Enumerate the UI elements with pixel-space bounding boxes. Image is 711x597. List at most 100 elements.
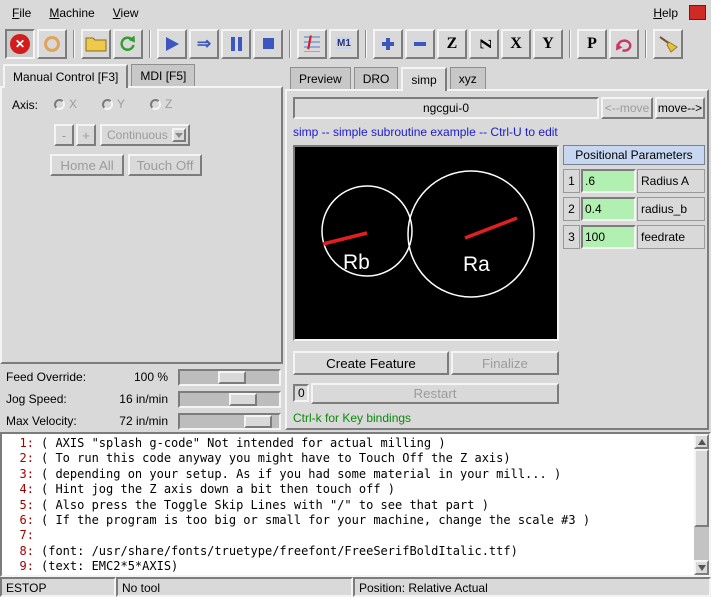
line-text: ( If the program is too big or small for…	[41, 513, 590, 528]
code-line[interactable]: 1:( AXIS "splash g-code" Not intended fo…	[2, 436, 709, 451]
positional-parameters: Positional Parameters 1 Radius A 2 radiu…	[563, 145, 705, 249]
param-value-input[interactable]	[581, 169, 636, 193]
open-file-icon	[85, 36, 107, 52]
toolbar-separator	[289, 30, 291, 58]
code-line[interactable]: 8: (font: /usr/share/fonts/truetype/freef…	[2, 544, 709, 559]
rotate-view-button[interactable]	[609, 29, 639, 59]
reload-icon	[118, 34, 138, 54]
param-row: 2 radius_b	[563, 197, 705, 221]
finalize-button[interactable]: Finalize	[451, 351, 559, 375]
max-velocity-value: 72 in/min	[88, 414, 168, 428]
step-icon: ⇒	[197, 36, 211, 52]
axis-label: Axis:	[12, 98, 38, 112]
radio-icon	[102, 99, 113, 110]
machine-power-button[interactable]	[37, 29, 67, 59]
code-line[interactable]: 4:( Hint jog the Z axis down a bit then …	[2, 482, 709, 497]
tab-preview[interactable]: Preview	[290, 67, 351, 89]
code-line[interactable]: 6:( If the program is too big or small f…	[2, 513, 709, 528]
status-position-mode: Position: Relative Actual	[353, 577, 711, 597]
jog-speed-slider[interactable]	[178, 391, 281, 408]
toolbar: ✕ ⇒ / M1	[0, 25, 711, 62]
zoom-in-button[interactable]	[373, 29, 403, 59]
status-bar: ESTOP No tool Position: Relative Actual	[0, 577, 711, 597]
power-icon	[44, 36, 60, 52]
radio-icon	[54, 99, 65, 110]
tab-dro[interactable]: DRO	[354, 67, 399, 89]
move-right-button[interactable]: move-->	[655, 97, 705, 119]
perspective-icon: P	[587, 36, 597, 52]
scrollbar-thumb[interactable]	[694, 449, 709, 527]
jog-speed-label: Jog Speed:	[6, 392, 67, 406]
open-file-button[interactable]	[81, 29, 111, 59]
max-velocity-row: Max Velocity: 72 in/min	[0, 412, 285, 432]
step-button[interactable]: ⇒	[189, 29, 219, 59]
perspective-button[interactable]: P	[577, 29, 607, 59]
slider-handle[interactable]	[244, 415, 272, 428]
view-z-rotated-button[interactable]: Z	[469, 29, 499, 59]
menu-file[interactable]: File	[3, 2, 40, 24]
axis-y-radio[interactable]: Y	[102, 97, 125, 111]
stop-button[interactable]	[253, 29, 283, 59]
pause-button[interactable]	[221, 29, 251, 59]
right-pane: Preview DRO simp xyz ngcgui-0 <--move mo…	[285, 62, 711, 432]
menu-view[interactable]: View	[104, 2, 148, 24]
jog-plus-button[interactable]: +	[76, 124, 96, 146]
code-line[interactable]: 5: ( Also press the Toggle Skip Lines wit…	[2, 498, 709, 513]
line-number: 5:	[2, 498, 34, 513]
jog-mode-select[interactable]: Continuous	[100, 124, 190, 146]
view-y-button[interactable]: Y	[533, 29, 563, 59]
run-button[interactable]	[157, 29, 187, 59]
view-z-button[interactable]: Z	[437, 29, 467, 59]
optional-stop-toggle[interactable]: M1	[329, 29, 359, 59]
home-all-button[interactable]: Home All	[50, 154, 124, 176]
line-text: ( Also press the Toggle Skip Lines with …	[41, 498, 489, 513]
ngcgui-tab-name[interactable]: ngcgui-0	[293, 97, 599, 119]
scroll-up-button[interactable]	[694, 434, 709, 449]
code-line[interactable]: 9:(text: EMC2*5*AXIS)	[2, 559, 709, 574]
menu-help[interactable]: Help	[644, 2, 687, 24]
skip-lines-toggle[interactable]: /	[297, 29, 327, 59]
view-x-button[interactable]: X	[501, 29, 531, 59]
code-line[interactable]: 3:( depending on your setup. As if you h…	[2, 467, 709, 482]
create-feature-button[interactable]: Create Feature	[293, 351, 449, 375]
line-text: ( Hint jog the Z axis down a bit then to…	[41, 482, 395, 497]
tab-mdi[interactable]: MDI [F5]	[131, 64, 195, 86]
code-line[interactable]: 2:( To run this code anyway you might ha…	[2, 451, 709, 466]
zoom-out-button[interactable]	[405, 29, 435, 59]
tab-xyz[interactable]: xyz	[450, 67, 486, 89]
line-text: (font: /usr/share/fonts/truetype/freefon…	[41, 544, 518, 559]
ra-label: Ra	[463, 253, 490, 276]
axis-z-radio[interactable]: Z	[150, 97, 172, 111]
param-value-input[interactable]	[581, 225, 636, 249]
view-y-icon: Y	[542, 36, 554, 52]
axis-window: File Machine View Help ✕ ⇒	[0, 0, 711, 597]
param-value-input[interactable]	[581, 197, 636, 221]
slider-handle[interactable]	[229, 393, 257, 406]
line-number: 3:	[2, 467, 34, 482]
param-name: Radius A	[637, 169, 705, 193]
scroll-down-button[interactable]	[694, 560, 709, 575]
line-text: ( AXIS "splash g-code" Not intended for …	[41, 436, 446, 451]
manual-control-panel: Axis: X Y Z - + Continuous Home All Touc…	[0, 86, 283, 364]
code-scrollbar[interactable]	[694, 434, 709, 575]
tab-simp[interactable]: simp	[401, 67, 446, 91]
tab-manual-control[interactable]: Manual Control [F3]	[3, 64, 128, 88]
reload-button[interactable]	[113, 29, 143, 59]
param-row: 3 feedrate	[563, 225, 705, 249]
touch-off-button[interactable]: Touch Off	[128, 154, 202, 176]
max-velocity-slider[interactable]	[178, 413, 281, 430]
axis-x-radio[interactable]: X	[54, 97, 77, 111]
toolbar-separator	[645, 30, 647, 58]
program-listing[interactable]: 1:( AXIS "splash g-code" Not intended fo…	[0, 432, 711, 577]
code-line[interactable]: 7:	[2, 528, 709, 543]
feed-override-slider[interactable]	[178, 369, 281, 386]
jog-minus-button[interactable]: -	[54, 124, 74, 146]
line-number: 8:	[2, 544, 34, 559]
chevron-down-icon	[172, 128, 186, 142]
clear-plot-button[interactable]	[653, 29, 683, 59]
menu-machine[interactable]: Machine	[40, 2, 103, 24]
slider-handle[interactable]	[218, 371, 246, 384]
restart-button[interactable]: Restart	[311, 383, 559, 404]
estop-button[interactable]: ✕	[5, 29, 35, 59]
move-left-button[interactable]: <--move	[601, 97, 653, 119]
